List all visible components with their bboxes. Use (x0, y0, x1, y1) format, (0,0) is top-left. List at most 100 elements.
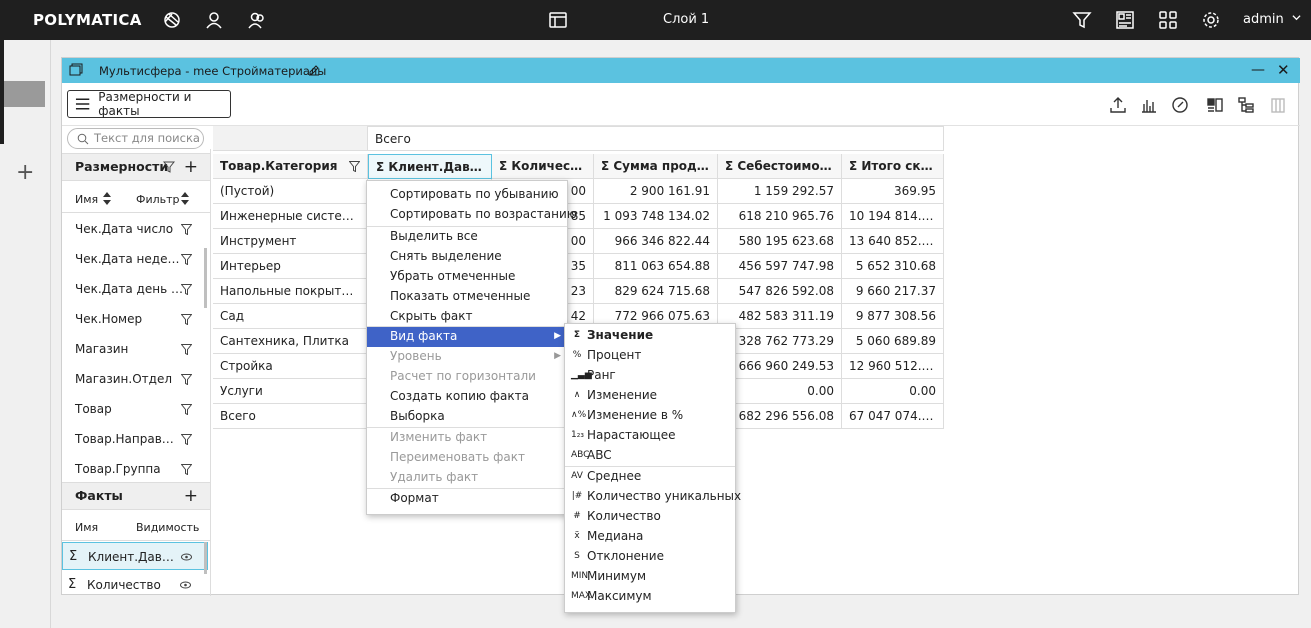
filter-icon[interactable] (349, 161, 360, 172)
grid-cell[interactable]: 547 826 592.08 (718, 279, 842, 304)
submenu-item[interactable]: S Отклонение (565, 547, 735, 567)
grid-cell[interactable]: 1 159 292.57 (718, 179, 842, 204)
close-button[interactable]: ✕ (1277, 61, 1290, 79)
facts-scrollbar[interactable] (204, 542, 207, 574)
submenu-item[interactable]: AV Среднее (565, 467, 735, 487)
grid-cell[interactable]: 12 960 512.02 (842, 354, 944, 379)
grid-cell[interactable]: 0.00 (718, 379, 842, 404)
user-icon[interactable] (203, 9, 225, 31)
fact-column-header[interactable]: Σ Количество (492, 154, 594, 179)
submenu-item[interactable]: MAX Максимум (565, 587, 735, 607)
add-dimension-button[interactable]: + (184, 154, 198, 180)
grid-cell[interactable]: 10 194 814.01 (842, 204, 944, 229)
submenu-item[interactable]: ABC ABC (565, 446, 735, 466)
context-menu-item[interactable]: Формат (367, 489, 567, 509)
dashboard-icon[interactable] (1114, 9, 1136, 31)
dim-list-item[interactable]: Чек.Дата число (62, 214, 202, 244)
filter-icon[interactable] (181, 404, 192, 415)
submenu-item[interactable]: ∧ Изменение (565, 386, 735, 406)
submenu-item[interactable]: MIN Минимум (565, 567, 735, 587)
row-label[interactable]: Сантехника, Плитка (213, 329, 368, 354)
submenu-item[interactable]: 1₂₃ Нарастающее (565, 426, 735, 446)
search-input[interactable]: Текст для поиска (67, 128, 204, 149)
dim-list-item[interactable]: Чек.Дата неде… (62, 244, 202, 274)
layout-icon[interactable] (547, 9, 569, 31)
grid-cell[interactable]: 482 583 311.19 (718, 304, 842, 329)
submenu-item[interactable]: x̃ Медиана (565, 527, 735, 547)
row-label[interactable]: (Пустой) (213, 179, 368, 204)
context-menu-item[interactable]: Сортировать по убыванию (367, 185, 567, 205)
eye-icon[interactable] (181, 553, 192, 561)
dims-scrollbar[interactable] (204, 248, 207, 308)
grid-cell[interactable]: 618 210 965.76 (718, 204, 842, 229)
total-column-header[interactable]: Всего (368, 126, 944, 151)
submenu-item[interactable]: |# Количество уникальных (565, 487, 741, 507)
fact-list-item[interactable]: Σ Количество (62, 571, 208, 599)
filter-icon[interactable] (181, 254, 192, 265)
context-menu-item[interactable]: Скрыть факт (367, 307, 567, 327)
row-label[interactable]: Всего (213, 404, 368, 429)
row-dimension-header[interactable]: Товар.Категория (213, 154, 368, 179)
submenu-item[interactable]: % Процент (565, 346, 735, 366)
dim-list-item[interactable]: Магазин (62, 334, 202, 364)
grid-cell[interactable]: 5 652 310.68 (842, 254, 944, 279)
grid-cell[interactable]: 0.00 (842, 379, 944, 404)
row-label[interactable]: Инструмент (213, 229, 368, 254)
chart-icon[interactable] (1139, 95, 1159, 115)
filter-icon[interactable] (181, 344, 192, 355)
filter-icon[interactable] (181, 224, 192, 235)
filter-icon[interactable] (163, 161, 175, 173)
sort-icon[interactable] (103, 192, 111, 205)
submenu-item[interactable]: ∧% Изменение в % (565, 406, 735, 426)
context-menu-item[interactable]: Снять выделение (367, 247, 567, 267)
row-label[interactable]: Напольные покрытия,… (213, 279, 368, 304)
row-label[interactable]: Инженерные системы… (213, 204, 368, 229)
minimize-button[interactable]: — (1251, 62, 1265, 78)
row-label[interactable]: Интерьер (213, 254, 368, 279)
sort-icon[interactable] (181, 192, 189, 205)
row-label[interactable]: Стройка (213, 354, 368, 379)
user-name[interactable]: admin (1243, 12, 1284, 27)
context-menu-item[interactable]: Убрать отмеченные (367, 267, 567, 287)
add-layer-button[interactable]: + (16, 160, 34, 185)
submenu-item[interactable]: # Количество (565, 507, 735, 527)
fact-column-header[interactable]: Σ Сумма продажи (594, 154, 718, 179)
context-menu-item[interactable]: Выделить все (367, 227, 567, 247)
filter-icon[interactable] (181, 284, 192, 295)
filter-icon[interactable] (181, 374, 192, 385)
dims-col-name[interactable]: Имя (75, 193, 98, 206)
grid-cell[interactable]: 811 063 654.88 (594, 254, 718, 279)
facts-col-name[interactable]: Имя (75, 521, 98, 534)
dim-list-item[interactable]: Товар.Группа (62, 454, 202, 484)
grid-cell[interactable]: 456 597 747.98 (718, 254, 842, 279)
grid-cell[interactable]: 328 762 773.29 (718, 329, 842, 354)
add-fact-button[interactable]: + (184, 483, 198, 509)
globe-icon[interactable] (161, 9, 183, 31)
row-label[interactable]: Сад (213, 304, 368, 329)
submenu-item[interactable]: Σ Значение (565, 326, 735, 346)
hierarchy-icon[interactable] (1236, 95, 1256, 115)
pencil-icon[interactable] (308, 64, 320, 76)
dims-facts-button[interactable]: Размерности и факты (67, 90, 231, 118)
grid-cell[interactable]: 9 877 308.56 (842, 304, 944, 329)
dims-col-filter[interactable]: Фильтр (136, 193, 180, 206)
chevron-down-icon[interactable] (1292, 13, 1301, 22)
grid-cell[interactable]: 369.95 (842, 179, 944, 204)
export-icon[interactable] (1108, 95, 1128, 115)
dim-list-item[interactable]: Магазин.Отдел (62, 364, 202, 394)
compass-icon[interactable] (1170, 95, 1190, 115)
fact-column-header[interactable]: Σ Клиент.Давно… (368, 154, 492, 179)
dim-list-item[interactable]: Чек.Номер (62, 304, 202, 334)
grid-cell[interactable]: 13 640 852.15 (842, 229, 944, 254)
gear-icon[interactable] (1200, 9, 1222, 31)
context-menu-item[interactable]: Выборка (367, 407, 567, 427)
row-label[interactable]: Услуги (213, 379, 368, 404)
filter-icon[interactable] (181, 464, 192, 475)
grid-icon[interactable] (1157, 9, 1179, 31)
eye-icon[interactable] (180, 581, 191, 589)
grid-cell[interactable]: 1 093 748 134.02 (594, 204, 718, 229)
dim-list-item[interactable]: Товар (62, 394, 202, 424)
grid-cell[interactable]: 5 060 689.89 (842, 329, 944, 354)
users-icon[interactable] (246, 9, 268, 31)
layer-tab[interactable] (4, 81, 45, 107)
